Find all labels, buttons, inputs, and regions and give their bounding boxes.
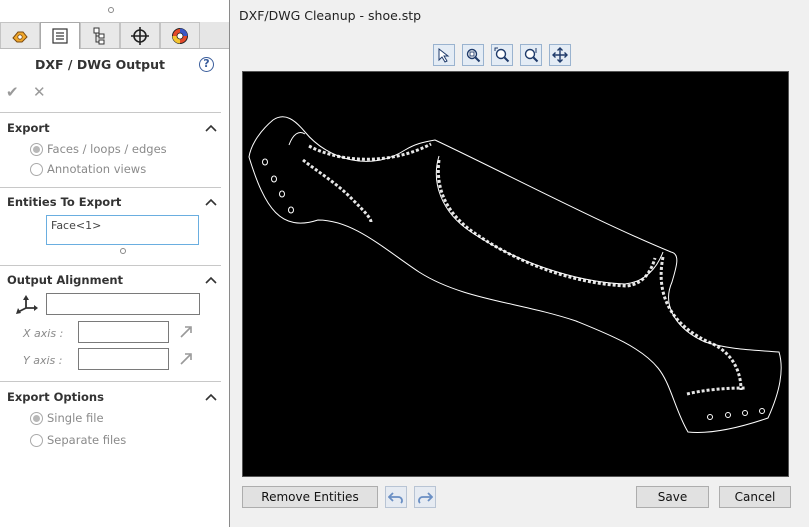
options-section-title: Export Options	[7, 390, 104, 404]
tab-configuration-manager[interactable]	[80, 22, 120, 48]
entities-selection-box[interactable]: Face<1>	[46, 215, 199, 245]
manager-tab-bar	[0, 22, 229, 49]
tab-dimxpert-manager[interactable]	[120, 22, 160, 48]
reverse-direction-icon[interactable]	[178, 351, 194, 367]
chevron-up-icon[interactable]	[205, 392, 217, 402]
display-manager-icon	[172, 27, 188, 44]
export-section-title: Export	[7, 121, 50, 135]
eyelet-hole	[707, 414, 713, 420]
eyelet-hole	[288, 206, 294, 214]
select-tool-button[interactable]	[433, 44, 455, 66]
radio-separate-files[interactable]: Separate files	[30, 432, 126, 448]
divider	[0, 112, 221, 113]
help-icon[interactable]: ?	[199, 57, 214, 72]
entities-section-title: Entities To Export	[7, 195, 122, 209]
tab-property-manager[interactable]	[40, 22, 80, 49]
shoe-outer-outline	[248, 116, 782, 433]
undo-icon	[388, 492, 403, 504]
origin-axes-icon	[16, 295, 38, 314]
chevron-up-icon[interactable]	[205, 123, 217, 133]
ok-check-icon[interactable]: ✔	[6, 84, 19, 100]
cancel-button[interactable]: Cancel	[719, 486, 791, 508]
reverse-direction-icon[interactable]	[178, 324, 194, 340]
eyelet-hole	[725, 412, 731, 418]
radio-button[interactable]	[30, 433, 43, 447]
zoom-to-area-button[interactable]	[491, 44, 513, 66]
chevron-up-icon[interactable]	[205, 197, 217, 207]
crosshair-target-icon	[131, 26, 149, 45]
dialog-title: DXF/DWG Cleanup - shoe.stp	[239, 8, 422, 23]
radio-annotation-views[interactable]: Annotation views	[30, 161, 146, 177]
stitch-line-throat	[436, 159, 657, 288]
property-manager-icon	[52, 28, 68, 44]
alignment-section-title: Output Alignment	[7, 273, 124, 287]
select-tool-icon	[438, 47, 450, 63]
tab-display-manager[interactable]	[160, 22, 200, 48]
y-axis-field[interactable]	[78, 348, 169, 370]
radio-label: Annotation views	[47, 162, 147, 176]
redo-icon	[418, 492, 433, 504]
divider	[0, 187, 221, 188]
radio-button[interactable]	[30, 411, 43, 425]
property-manager-panel: DXF / DWG Output ? ✔ ✕ Export Faces / lo…	[0, 0, 229, 527]
stitch-line-heel	[686, 386, 746, 396]
y-axis-label: Y axis :	[23, 354, 63, 367]
x-axis-field[interactable]	[78, 321, 169, 343]
zoom-in-out-icon	[524, 48, 539, 63]
undo-button[interactable]	[385, 486, 407, 508]
shoe-inner-line-left	[288, 131, 306, 146]
remove-entities-button[interactable]: Remove Entities	[242, 486, 378, 508]
list-resize-handle[interactable]	[120, 248, 126, 254]
zoom-in-out-button[interactable]	[520, 44, 542, 66]
origin-selection-field[interactable]	[46, 293, 200, 315]
tab-feature-manager[interactable]	[0, 22, 40, 48]
radio-label: Single file	[47, 411, 104, 425]
drawing-canvas[interactable]	[242, 71, 789, 477]
x-axis-label: X axis :	[23, 327, 64, 340]
radio-button[interactable]	[30, 162, 43, 176]
shoe-throat-curve	[435, 155, 664, 285]
zoom-to-fit-icon	[466, 48, 481, 63]
eyelet-hole	[742, 410, 748, 416]
shoe-pattern-drawing	[248, 116, 782, 433]
zoom-to-area-icon	[494, 47, 510, 63]
pan-button[interactable]	[549, 44, 571, 66]
dxf-cleanup-dialog: DXF/DWG Cleanup - shoe.stp Remove Entiti…	[229, 0, 809, 527]
radio-button[interactable]	[30, 142, 43, 156]
save-button[interactable]: Save	[636, 486, 709, 508]
radio-label: Separate files	[47, 433, 127, 447]
eyelet-hole	[279, 190, 285, 198]
cancel-x-icon[interactable]: ✕	[33, 84, 46, 100]
eyelet-hole	[262, 158, 268, 166]
configuration-manager-icon	[93, 27, 105, 44]
divider	[0, 381, 221, 382]
radio-faces-loops-edges[interactable]: Faces / loops / edges	[30, 141, 167, 157]
chevron-up-icon[interactable]	[205, 275, 217, 285]
panel-resize-handle[interactable]	[108, 7, 114, 13]
panel-title: DXF / DWG Output	[35, 57, 165, 72]
feature-manager-icon	[12, 31, 28, 42]
divider	[0, 265, 221, 266]
stitch-line-left	[302, 158, 373, 223]
redo-button[interactable]	[414, 486, 436, 508]
eyelet-hole	[271, 175, 277, 183]
eyelet-hole	[759, 408, 765, 414]
radio-single-file[interactable]: Single file	[30, 410, 104, 426]
pan-icon	[552, 47, 568, 63]
zoom-to-fit-button[interactable]	[462, 44, 484, 66]
radio-label: Faces / loops / edges	[47, 142, 167, 156]
